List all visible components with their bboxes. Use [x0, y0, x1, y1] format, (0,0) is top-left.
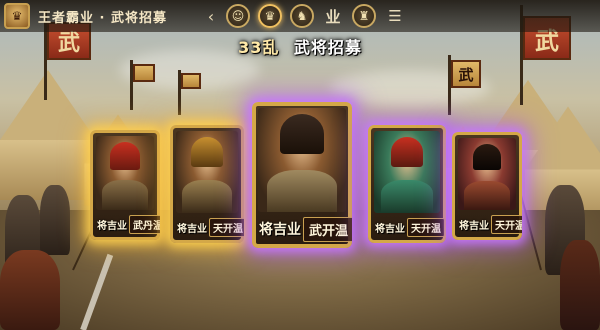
card-nameplate: 将吉业 天开温: [372, 217, 445, 237]
page-title: 王者霸业 · 武将招募: [38, 10, 167, 26]
helmet-icon: [280, 114, 324, 154]
tent: [0, 70, 96, 200]
armor: [182, 180, 232, 213]
owner-name: 将吉业: [259, 222, 301, 238]
recruit-count: 33乱: [238, 38, 280, 57]
armor: [463, 181, 511, 210]
owner-name: 将吉业: [375, 223, 405, 235]
soldier: [0, 250, 60, 330]
helmet-icon: [391, 137, 423, 167]
hero-card[interactable]: 将吉业 天开温: [170, 125, 244, 243]
featured-hero-card[interactable]: 将吉业 武开温: [252, 102, 352, 248]
hero-name: 武开温: [303, 216, 352, 242]
top-bar: ♛ 王者霸业 · 武将招募 ‹ ☺ ♛ ♞ 业 ♜ ☰: [0, 0, 600, 32]
list-icon[interactable]: ☰: [384, 7, 406, 25]
flag: [133, 64, 155, 82]
hero-name: 武丹温: [129, 214, 160, 234]
card-nameplate: 将吉业 天开温: [456, 214, 522, 234]
hero-portrait: [458, 138, 516, 210]
hero-name: 天开温: [407, 217, 445, 237]
armor: [380, 180, 434, 213]
troops-icon[interactable]: ♜: [352, 4, 376, 28]
general-portrait-icon[interactable]: ♛: [258, 4, 282, 28]
horse-icon[interactable]: ♞: [290, 4, 314, 28]
hero-card[interactable]: 将吉业 武丹温: [90, 130, 160, 240]
hero-card[interactable]: 将吉业 天开温: [368, 125, 446, 243]
card-nameplate: 将吉业 武开温: [256, 216, 352, 242]
soldier: [40, 185, 70, 255]
soldier: [560, 240, 600, 330]
hero-name: 天开温: [209, 217, 244, 237]
helmet-icon: [191, 137, 223, 167]
hero-portrait: [374, 131, 440, 213]
hero-portrait: [96, 136, 154, 210]
armor: [101, 180, 149, 210]
flag: [181, 73, 201, 89]
helmet-icon[interactable]: ☺: [226, 4, 250, 28]
category-nav: ‹ ☺ ♛ ♞ 业 ♜ ☰: [204, 4, 406, 28]
card-nameplate: 将吉业 天开温: [174, 217, 244, 237]
owner-name: 将吉业: [97, 220, 127, 232]
owner-name: 将吉业: [459, 220, 489, 232]
hero-card[interactable]: 将吉业 天开温: [452, 132, 522, 240]
recruit-title: 武将招募: [293, 38, 362, 57]
hero-name: 天开温: [491, 214, 522, 234]
war-banner: 武: [451, 60, 481, 88]
chevron-left-icon[interactable]: ‹: [204, 7, 218, 26]
industry-tab[interactable]: 业: [322, 6, 344, 27]
helmet-icon: [473, 144, 501, 170]
hero-portrait: [176, 131, 238, 213]
card-nameplate: 将吉业 武丹温: [94, 214, 160, 234]
owner-name: 将吉业: [177, 223, 207, 235]
armor: [266, 170, 338, 212]
hero-portrait: [258, 108, 346, 212]
helmet-icon: [110, 142, 140, 170]
recruit-header: 33乱 武将招募: [0, 34, 600, 58]
general-portrait-icon[interactable]: ♛: [4, 3, 30, 29]
